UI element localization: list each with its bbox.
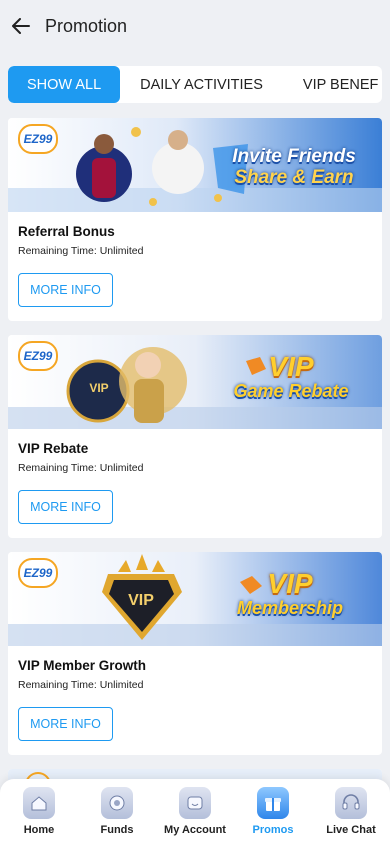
- vip-badge: VIP: [89, 381, 109, 395]
- nav-label: Promos: [252, 824, 294, 836]
- funds-icon: [101, 787, 133, 819]
- promo-title: VIP Member Growth: [18, 658, 147, 673]
- home-icon: [23, 787, 55, 819]
- tab-show-all[interactable]: SHOW ALL: [8, 66, 121, 103]
- banner-headline: VIP Game Rebate: [233, 351, 349, 402]
- vip-badge: VIP: [128, 592, 154, 609]
- page-title: Promotion: [45, 15, 128, 36]
- headset-icon: [335, 787, 367, 819]
- promo-banner-vip-membership[interactable]: EZ99 VIP VIP Membership: [8, 552, 382, 646]
- nav-live-chat[interactable]: Live Chat: [312, 779, 390, 844]
- nav-promos[interactable]: Promos: [234, 779, 312, 844]
- promo-card-vip-rebate: EZ99 VIP VIP Game Rebate VIP Rebate Rema…: [8, 335, 382, 538]
- nav-funds[interactable]: Funds: [78, 779, 156, 844]
- more-info-button[interactable]: MORE INFO: [18, 707, 113, 741]
- promo-tabs: SHOW ALL DAILY ACTIVITIES VIP BENEF: [8, 66, 382, 103]
- banner-headline: VIP Membership: [236, 568, 344, 619]
- back-arrow-icon[interactable]: [10, 15, 32, 37]
- more-info-button[interactable]: MORE INFO: [18, 273, 113, 307]
- promo-banner-vip-rebate[interactable]: EZ99 VIP VIP Game Rebate: [8, 335, 382, 429]
- banner-headline: Invite Friends Share & Earn: [232, 146, 356, 188]
- nav-label: Live Chat: [326, 824, 376, 836]
- ez99-logo: EZ99: [18, 124, 58, 154]
- nav-my-account[interactable]: My Account: [156, 779, 234, 844]
- promo-banner-referral[interactable]: EZ99 Invite Friends Share & Earn: [8, 118, 382, 212]
- nav-home[interactable]: Home: [0, 779, 78, 844]
- ez99-logo: EZ99: [18, 341, 58, 371]
- more-info-button[interactable]: MORE INFO: [18, 490, 113, 524]
- promo-list: EZ99 Invite Friends Share & Earn Referra…: [8, 118, 382, 813]
- top-bar: Promotion: [0, 0, 390, 52]
- nav-label: Funds: [100, 824, 134, 836]
- gift-icon: [257, 787, 289, 819]
- bottom-navigation: Home Funds My Account Promos Live Chat: [0, 779, 390, 844]
- promo-title: Referral Bonus: [18, 224, 115, 239]
- promo-card-referral: EZ99 Invite Friends Share & Earn Referra…: [8, 118, 382, 321]
- promo-remaining-time: Remaining Time: Unlimited: [18, 245, 144, 257]
- promo-remaining-time: Remaining Time: Unlimited: [18, 462, 144, 474]
- promo-remaining-time: Remaining Time: Unlimited: [18, 679, 144, 691]
- promo-title: VIP Rebate: [18, 441, 89, 456]
- tab-vip-benefits[interactable]: VIP BENEF: [283, 66, 382, 103]
- nav-label: My Account: [164, 824, 226, 836]
- account-icon: [179, 787, 211, 819]
- nav-label: Home: [23, 824, 55, 836]
- promo-card-vip-member-growth: EZ99 VIP VIP Membership VIP Member Growt…: [8, 552, 382, 755]
- ez99-logo: EZ99: [18, 558, 58, 588]
- tab-daily-activities[interactable]: DAILY ACTIVITIES: [120, 66, 283, 103]
